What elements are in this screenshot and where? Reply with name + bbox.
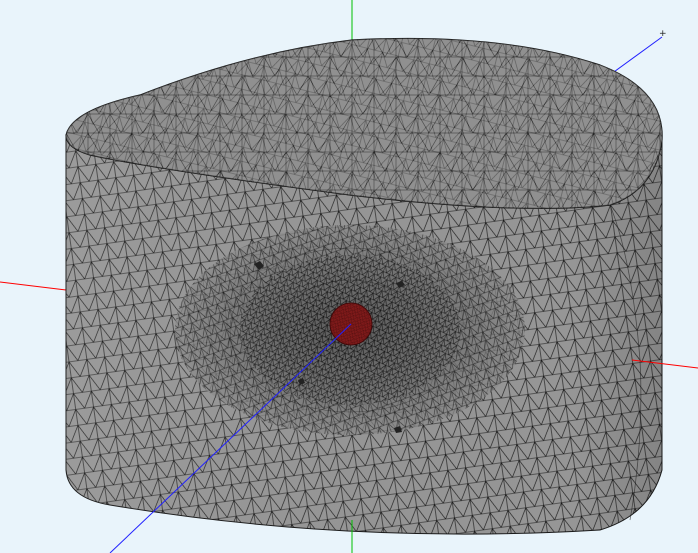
plus-sign-icon: + [659, 29, 667, 39]
x-axis-line-left [0, 281, 67, 291]
mesh-viewport[interactable]: + [0, 0, 698, 553]
mesh-scene[interactable] [0, 0, 698, 553]
